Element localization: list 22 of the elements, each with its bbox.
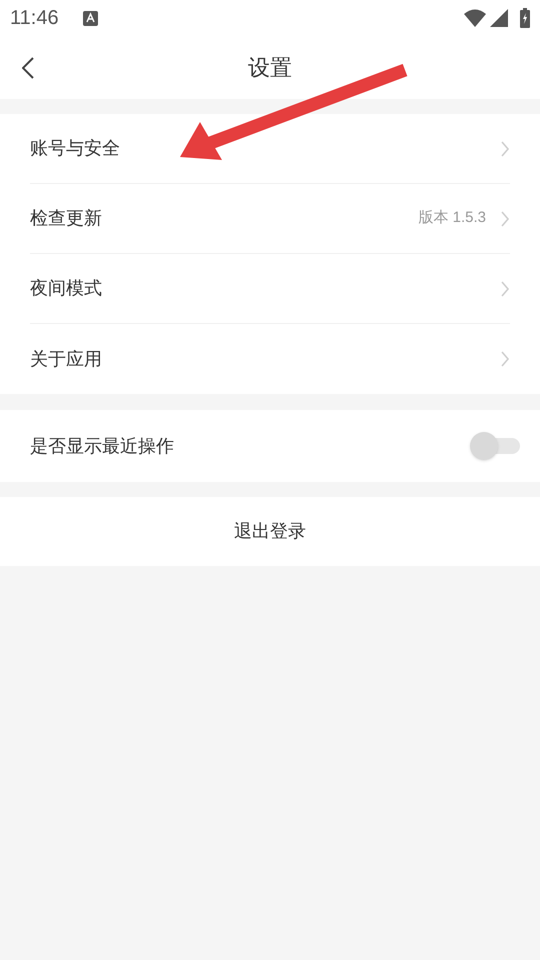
signal-icon bbox=[490, 9, 508, 27]
wifi-icon bbox=[464, 9, 486, 27]
chevron-right-icon bbox=[500, 351, 510, 367]
settings-row[interactable]: 夜间模式 bbox=[30, 254, 510, 324]
chevron-right-icon bbox=[500, 280, 510, 296]
back-icon bbox=[22, 57, 34, 79]
page-title: 设置 bbox=[248, 54, 292, 82]
toggle-switch[interactable] bbox=[470, 432, 520, 460]
row-label: 账号与安全 bbox=[30, 137, 121, 160]
row-label: 关于应用 bbox=[30, 348, 103, 370]
status-time: 11:46 bbox=[10, 6, 59, 31]
keyboard-icon bbox=[82, 10, 98, 26]
settings-row[interactable]: 检查更新 版本 1.5.3 bbox=[30, 184, 510, 254]
row-label: 夜间模式 bbox=[30, 277, 103, 300]
logout-button[interactable]: 退出登录 bbox=[0, 497, 540, 566]
version-text: 版本 1.5.3 bbox=[418, 208, 486, 228]
row-label: 检查更新 bbox=[30, 207, 103, 230]
settings-row[interactable]: 关于应用 bbox=[30, 324, 510, 394]
row-label: 是否显示最近操作 bbox=[30, 434, 175, 458]
chevron-right-icon bbox=[500, 140, 510, 156]
chevron-right-icon bbox=[500, 210, 510, 226]
battery-icon bbox=[520, 8, 530, 28]
